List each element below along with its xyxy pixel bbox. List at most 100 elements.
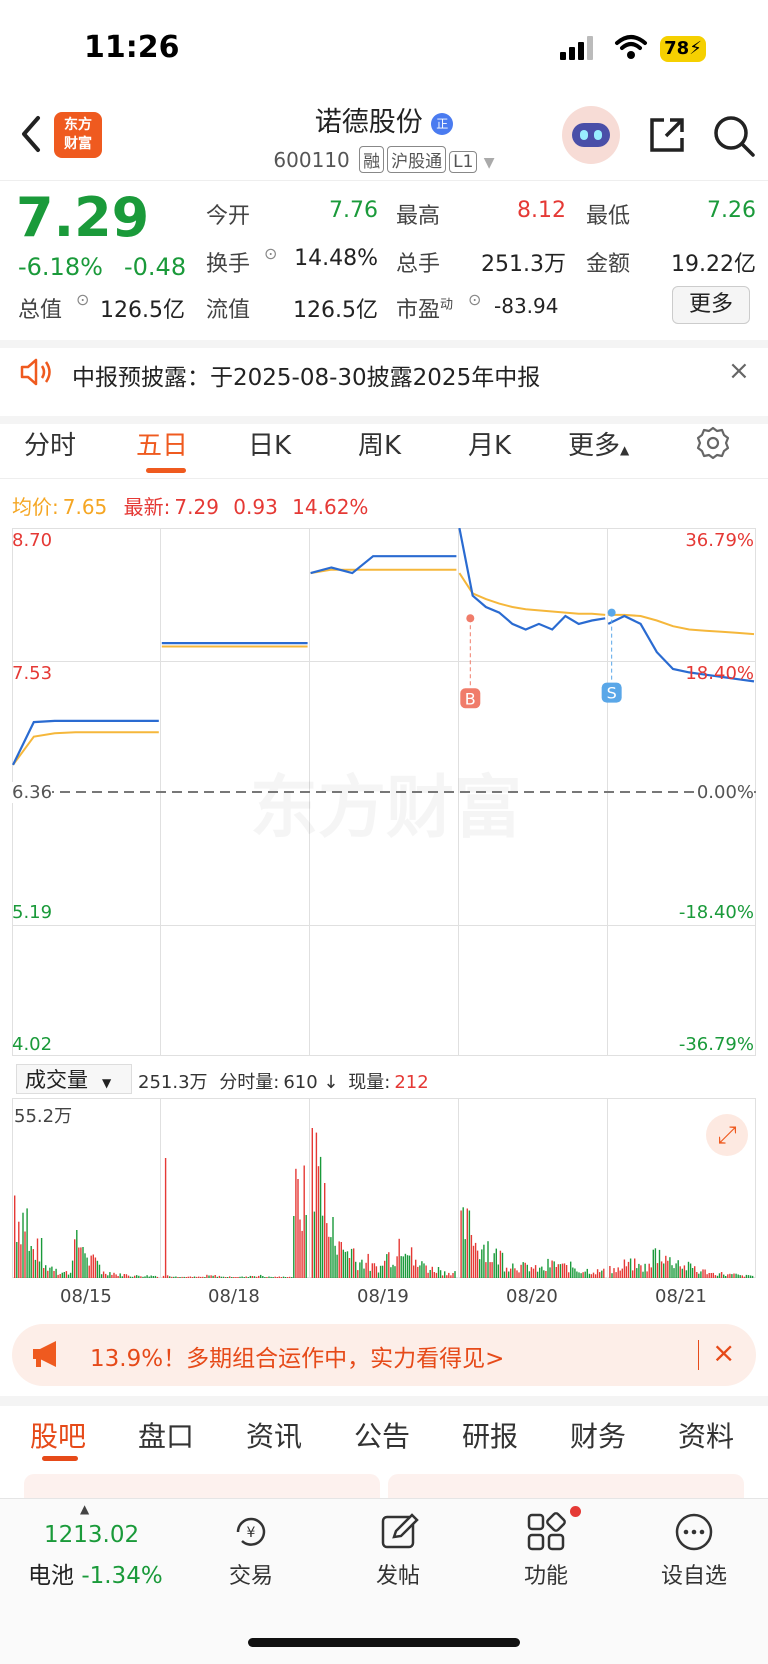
volume-bar (299, 1219, 301, 1278)
volume-bar (561, 1263, 564, 1278)
volume-bar (611, 1273, 613, 1278)
volume-bar (373, 1263, 376, 1278)
volume-bar (749, 1275, 752, 1278)
tab-news[interactable]: 资讯 (246, 1415, 302, 1455)
volume-bar (381, 1265, 384, 1278)
volume-bar (584, 1271, 586, 1278)
volume-bar (435, 1272, 438, 1278)
turnover-info-icon[interactable]: ⊙ (264, 244, 277, 263)
volume-bar (404, 1253, 407, 1278)
speaker-icon (20, 358, 51, 386)
volume-bar (743, 1276, 746, 1278)
settings-gear-icon[interactable] (696, 426, 730, 460)
trade-icon[interactable]: ¥ (230, 1512, 272, 1552)
volume-bar (417, 1266, 419, 1278)
functions-grid-icon[interactable] (526, 1512, 566, 1552)
volume-bar (441, 1275, 444, 1278)
tab-weekly-k[interactable]: 周K (358, 425, 401, 462)
nav-functions[interactable]: 功能 (491, 1558, 601, 1590)
tab-profile[interactable]: 资料 (678, 1415, 734, 1455)
volume-bar (179, 1277, 181, 1278)
tab-daily-k[interactable]: 日K (248, 425, 291, 462)
volume-bar (615, 1272, 617, 1278)
volume-bar (586, 1268, 588, 1278)
nav-trade[interactable]: 交易 (196, 1558, 306, 1590)
tab-more[interactable]: 更多▲ (568, 425, 629, 462)
volume-bar (286, 1277, 289, 1278)
volume-bar (243, 1277, 245, 1278)
tab-five-day[interactable]: 五日 (136, 425, 188, 462)
volume-bar (394, 1266, 396, 1278)
current-price: 7.29 (16, 186, 150, 249)
volume-bar (276, 1277, 278, 1278)
mktcap-info-icon[interactable]: ⊙ (76, 290, 89, 309)
volume-bar (278, 1276, 280, 1278)
volume-bar (20, 1244, 22, 1278)
volume-bar (53, 1271, 55, 1278)
volume-bar (136, 1275, 138, 1278)
index-expand-icon[interactable]: ▲ (80, 1502, 89, 1516)
tab-finance[interactable]: 财务 (570, 1415, 626, 1455)
volume-dropdown[interactable]: 成交量 ▼ (16, 1064, 132, 1094)
tab-monthly-k[interactable]: 月K (468, 425, 511, 462)
tab-research[interactable]: 研报 (462, 1415, 518, 1455)
marker-dot-S (607, 608, 616, 617)
post-icon[interactable] (380, 1512, 420, 1552)
notice-close-icon[interactable]: × (728, 356, 750, 386)
volume-bar (45, 1265, 47, 1278)
expand-icon[interactable]: ⤢ (706, 1114, 748, 1156)
avg-price-line-day-3 (458, 572, 606, 616)
banner-close-icon[interactable]: × (712, 1336, 735, 1369)
volume-bar (326, 1223, 328, 1278)
volume-bar (413, 1265, 415, 1278)
volume-bar (218, 1275, 221, 1278)
mktcap-label: 总值 (18, 298, 63, 323)
volume-bar (260, 1274, 262, 1278)
volume-bar (328, 1236, 330, 1278)
volume-bar (57, 1274, 59, 1278)
share-icon[interactable] (646, 114, 688, 156)
volume-bar (198, 1276, 200, 1278)
index-value[interactable]: 1213.02 (44, 1522, 139, 1548)
volume-bar (156, 1276, 159, 1278)
nav-post[interactable]: 发帖 (343, 1558, 453, 1590)
volume-bar (516, 1270, 518, 1278)
tab-intraday[interactable]: 分时 (24, 425, 76, 462)
ai-robot-avatar[interactable] (562, 106, 620, 164)
volume-bar (90, 1255, 92, 1278)
open-label: 今开 (206, 204, 251, 229)
volume-bar (245, 1276, 247, 1278)
volume-bar (448, 1272, 450, 1278)
tab-guba[interactable]: 股吧 (30, 1415, 86, 1455)
volume-bar (74, 1239, 76, 1278)
volume-bar (266, 1277, 268, 1278)
volume-bar (696, 1272, 698, 1278)
search-icon[interactable] (712, 114, 756, 158)
volume-bar (107, 1275, 109, 1278)
volume-bar (596, 1269, 599, 1278)
dropdown-arrow-icon[interactable]: ▼ (484, 155, 495, 171)
volume-bar (669, 1257, 671, 1278)
index-name-row[interactable]: 电池 -1.34% (28, 1556, 163, 1590)
volume-bar (580, 1273, 582, 1278)
volume-bar (152, 1276, 154, 1278)
volume-bar (547, 1258, 549, 1278)
volume-bar (336, 1254, 338, 1278)
volume-bar (162, 1275, 165, 1278)
volume-bar (67, 1274, 70, 1278)
volume-bar (687, 1261, 690, 1278)
notice-text[interactable]: 中报预披露：于2025-08-30披露2025年中报 (72, 358, 540, 392)
tab-announcements[interactable]: 公告 (354, 1415, 410, 1455)
pe-label: 市盈动 (396, 297, 454, 323)
pe-info-icon[interactable]: ⊙ (468, 290, 481, 309)
add-watchlist-icon[interactable] (674, 1512, 714, 1552)
volume-bar (76, 1230, 78, 1278)
volume-bar (311, 1128, 313, 1278)
banner-text[interactable]: 13.9%！多期组合运作中，实力看得见> (90, 1339, 504, 1373)
tab-pankou[interactable]: 盘口 (138, 1415, 194, 1455)
volume-bar (134, 1275, 136, 1278)
nav-add-watchlist[interactable]: 设自选 (639, 1558, 749, 1590)
more-button[interactable]: 更多 (672, 286, 750, 324)
status-time: 11:26 (84, 30, 180, 65)
volume-bar (727, 1274, 729, 1278)
